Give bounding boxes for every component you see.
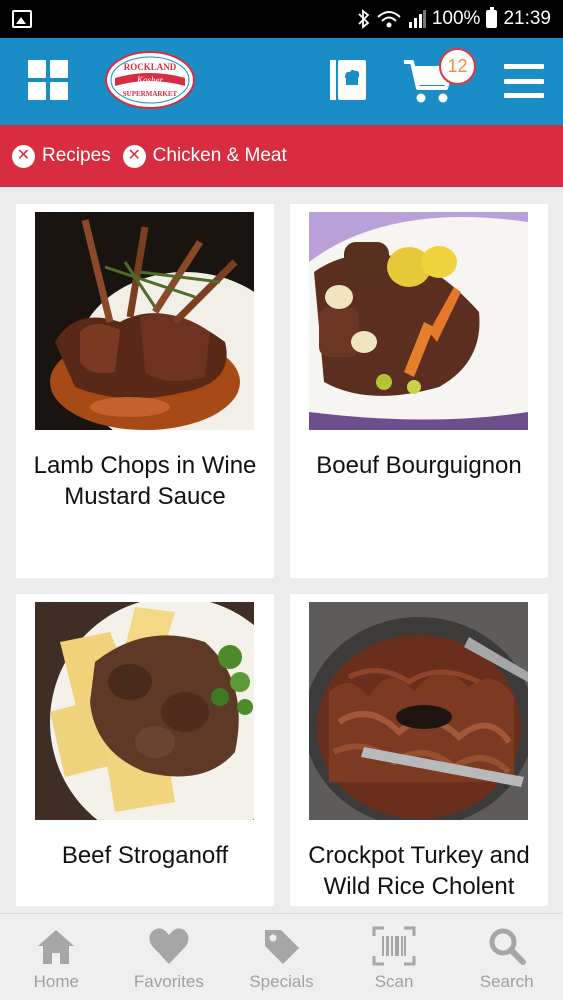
cart-count-badge: 12	[439, 48, 476, 85]
bottom-navigation: Home Favorites Specials Scan Search	[0, 913, 563, 1000]
recipe-title: Beef Stroganoff	[61, 842, 229, 869]
categories-grid-icon[interactable]	[28, 60, 68, 100]
heart-icon	[149, 928, 189, 964]
recipe-photo-turkey-cholent	[309, 602, 528, 820]
app-header: ROCKLAND Kosher SUPERMARKET 12	[0, 38, 563, 125]
recipe-card[interactable]: Boeuf Bourguignon	[290, 204, 548, 578]
gallery-notification-icon	[12, 10, 32, 28]
svg-text:ROCKLAND: ROCKLAND	[124, 62, 177, 72]
nav-label: Search	[479, 972, 534, 991]
nav-label: Favorites	[133, 972, 204, 991]
recipe-title: Crockpot Turkey and Wild Rice Cholent	[308, 842, 530, 900]
status-bar: 100% 21:39	[0, 0, 563, 38]
bluetooth-icon	[358, 9, 370, 29]
recipe-card[interactable]: Beef Stroganoff	[16, 594, 274, 906]
wifi-icon	[376, 9, 402, 29]
active-filters-bar: ✕ Recipes ✕ Chicken & Meat	[0, 125, 563, 187]
recipe-title: Lamb Chops in Wine Mustard Sauce	[33, 452, 257, 510]
remove-filter-icon[interactable]: ✕	[122, 144, 146, 168]
nav-specials[interactable]: Specials	[225, 914, 338, 1000]
signal-icon	[408, 10, 426, 28]
recipe-card[interactable]: Lamb Chops in Wine Mustard Sauce	[16, 204, 274, 578]
barcode-scan-icon	[372, 926, 416, 966]
recipe-photo-lamb-chops	[35, 212, 254, 430]
filter-chip-recipes[interactable]: ✕ Recipes	[12, 144, 111, 168]
svg-text:SUPERMARKET: SUPERMARKET	[123, 90, 178, 98]
nav-label: Home	[33, 972, 79, 991]
nav-search[interactable]: Search	[450, 914, 563, 1000]
nav-scan[interactable]: Scan	[338, 914, 451, 1000]
store-logo[interactable]: ROCKLAND Kosher SUPERMARKET	[105, 50, 195, 110]
nav-home[interactable]: Home	[0, 914, 113, 1000]
recipe-photo-boeuf-bourguignon	[309, 212, 528, 430]
remove-filter-icon[interactable]: ✕	[12, 144, 35, 168]
home-icon	[38, 930, 75, 964]
recipe-card[interactable]: Crockpot Turkey and Wild Rice Cholent	[290, 594, 548, 906]
recipe-photo-beef-stroganoff	[35, 602, 254, 820]
nav-favorites[interactable]: Favorites	[113, 914, 226, 1000]
battery-percent: 100%	[431, 8, 481, 29]
recipe-book-icon[interactable]	[328, 58, 368, 102]
tag-icon	[265, 930, 300, 964]
filter-chip-label: Recipes	[42, 145, 111, 166]
search-icon	[489, 928, 526, 965]
clock: 21:39	[503, 8, 551, 29]
battery-icon	[486, 7, 498, 28]
filter-chip-chicken-meat[interactable]: ✕ Chicken & Meat	[122, 144, 287, 168]
svg-text:Kosher: Kosher	[136, 75, 164, 85]
nav-label: Specials	[249, 972, 314, 991]
hamburger-menu-icon[interactable]	[504, 64, 544, 98]
nav-label: Scan	[374, 972, 414, 991]
recipe-title: Boeuf Bourguignon	[316, 452, 522, 479]
filter-chip-label: Chicken & Meat	[152, 145, 287, 166]
